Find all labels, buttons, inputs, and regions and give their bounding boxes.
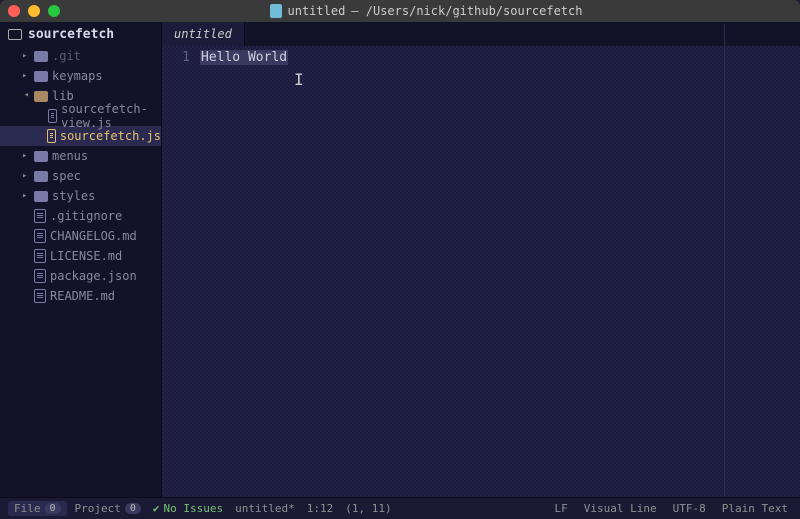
project-root[interactable]: sourcefetch bbox=[0, 22, 161, 46]
tree-item-label: sourcefetch.js bbox=[60, 129, 161, 143]
tree-item-label: sourcefetch-view.js bbox=[61, 102, 161, 130]
tab-label: untitled bbox=[174, 27, 232, 41]
project-badge: 0 bbox=[125, 503, 141, 514]
filename-text: untitled* bbox=[235, 502, 295, 515]
folder-icon bbox=[34, 151, 48, 162]
project-label: Project bbox=[75, 502, 121, 515]
minimize-window-button[interactable] bbox=[28, 5, 40, 17]
chevron-right-icon: ▸ bbox=[22, 71, 30, 81]
chevron-right-icon: ▸ bbox=[22, 151, 30, 161]
folder--git[interactable]: ▸ .git bbox=[0, 46, 161, 66]
sidebar: sourcefetch ▸.git▸keymaps▾libsourcefetch… bbox=[0, 22, 162, 497]
folder-icon bbox=[34, 191, 48, 202]
file--gitignore[interactable]: .gitignore bbox=[0, 206, 161, 226]
folder-styles[interactable]: ▸ styles bbox=[0, 186, 161, 206]
status-file-count[interactable]: File 0 bbox=[8, 501, 67, 516]
status-cursor-pos: (1, 11) bbox=[341, 502, 395, 515]
chevron-right-icon: ▾ bbox=[21, 92, 31, 100]
file-changelog-md[interactable]: CHANGELOG.md bbox=[0, 226, 161, 246]
wrap-guide bbox=[724, 24, 725, 497]
close-window-button[interactable] bbox=[8, 5, 20, 17]
folder-icon bbox=[34, 91, 48, 102]
status-line-ending[interactable]: LF bbox=[551, 502, 572, 515]
tree-item-label: keymaps bbox=[52, 69, 103, 83]
file-icon bbox=[270, 4, 282, 18]
tree-item-label: spec bbox=[52, 169, 81, 183]
check-icon: ✔ bbox=[153, 502, 160, 515]
folder-icon bbox=[34, 71, 48, 82]
file-icon bbox=[34, 229, 46, 243]
titlebar: untitled — /Users/nick/github/sourcefetc… bbox=[0, 0, 800, 22]
tree-item-label: LICENSE.md bbox=[50, 249, 122, 263]
file-icon bbox=[34, 249, 46, 263]
text-cursor-icon: I bbox=[294, 70, 295, 86]
wrap-mode-text: Visual Line bbox=[584, 502, 657, 515]
tabs: untitled bbox=[162, 22, 800, 46]
tree-item-label: styles bbox=[52, 189, 95, 203]
chevron-right-icon: ▸ bbox=[22, 171, 30, 181]
traffic-lights bbox=[8, 5, 60, 17]
status-wrap-mode[interactable]: Visual Line bbox=[580, 502, 661, 515]
gutter: 1 bbox=[162, 46, 200, 497]
file-sourcefetch-view-js[interactable]: sourcefetch-view.js bbox=[0, 106, 161, 126]
file-icon bbox=[47, 129, 56, 143]
code-line[interactable]: Hello World bbox=[200, 48, 800, 68]
project-icon bbox=[8, 29, 22, 40]
status-encoding[interactable]: UTF-8 bbox=[669, 502, 710, 515]
status-cursor-line[interactable]: 1:12 bbox=[303, 502, 338, 515]
folder-icon bbox=[34, 51, 48, 62]
tree-item-label: .gitignore bbox=[50, 209, 122, 223]
issues-text: No Issues bbox=[164, 502, 224, 515]
file-package-json[interactable]: package.json bbox=[0, 266, 161, 286]
file-icon bbox=[48, 109, 57, 123]
chevron-right-icon: ▸ bbox=[22, 51, 30, 61]
file-license-md[interactable]: LICENSE.md bbox=[0, 246, 161, 266]
folder-icon bbox=[34, 171, 48, 182]
file-icon bbox=[34, 289, 46, 303]
file-readme-md[interactable]: README.md bbox=[0, 286, 161, 306]
file-sourcefetch-js[interactable]: sourcefetch.js bbox=[0, 126, 161, 146]
statusbar: File 0 Project 0 ✔ No Issues untitled* 1… bbox=[0, 497, 800, 519]
line-ending-text: LF bbox=[555, 502, 568, 515]
title-filename: untitled bbox=[288, 4, 346, 18]
grammar-text: Plain Text bbox=[722, 502, 788, 515]
chevron-right-icon: ▸ bbox=[22, 191, 30, 201]
file-tree: ▸.git▸keymaps▾libsourcefetch-view.jssour… bbox=[0, 46, 161, 306]
status-filename[interactable]: untitled* bbox=[231, 502, 299, 515]
folder-keymaps[interactable]: ▸ keymaps bbox=[0, 66, 161, 86]
maximize-window-button[interactable] bbox=[48, 5, 60, 17]
editor[interactable]: 1 Hello World I bbox=[162, 46, 800, 497]
file-label: File bbox=[14, 502, 41, 515]
window-title: untitled — /Users/nick/github/sourcefetc… bbox=[60, 4, 792, 18]
file-icon bbox=[34, 269, 46, 283]
tree-item-label: package.json bbox=[50, 269, 137, 283]
encoding-text: UTF-8 bbox=[673, 502, 706, 515]
line-number: 1 bbox=[162, 48, 190, 68]
file-badge: 0 bbox=[45, 503, 61, 514]
status-issues[interactable]: ✔ No Issues bbox=[149, 502, 227, 515]
code-content[interactable]: Hello World I bbox=[200, 46, 800, 497]
file-icon bbox=[34, 209, 46, 223]
tree-item-label: .git bbox=[52, 49, 81, 63]
tree-item-label: menus bbox=[52, 149, 88, 163]
tree-item-label: CHANGELOG.md bbox=[50, 229, 137, 243]
folder-menus[interactable]: ▸ menus bbox=[0, 146, 161, 166]
tree-item-label: lib bbox=[52, 89, 74, 103]
cursor-line-text: 1:12 bbox=[307, 502, 334, 515]
cursor-pos-text: (1, 11) bbox=[345, 502, 391, 515]
selected-text: Hello World bbox=[200, 50, 288, 65]
status-project-count[interactable]: Project 0 bbox=[71, 502, 145, 515]
title-path: — /Users/nick/github/sourcefetch bbox=[351, 4, 582, 18]
folder-spec[interactable]: ▸ spec bbox=[0, 166, 161, 186]
tab-untitled[interactable]: untitled bbox=[162, 22, 245, 46]
project-name: sourcefetch bbox=[28, 27, 114, 42]
status-grammar[interactable]: Plain Text bbox=[718, 502, 792, 515]
tree-item-label: README.md bbox=[50, 289, 115, 303]
